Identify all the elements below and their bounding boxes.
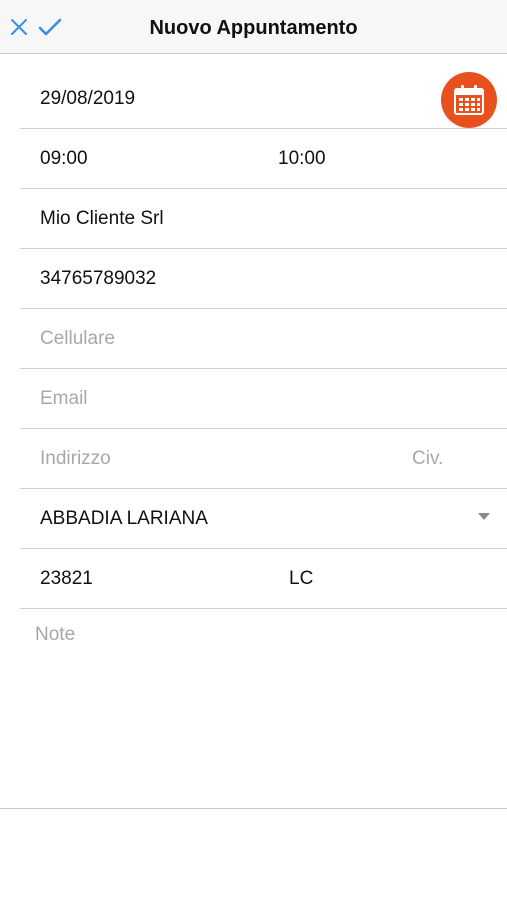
- city-select[interactable]: ABBADIA LARIANA: [40, 489, 208, 548]
- zip-field[interactable]: 23821: [40, 549, 93, 608]
- navigation-bar: Nuovo Appuntamento: [0, 0, 507, 54]
- address-row: Indirizzo Civ.: [20, 429, 507, 489]
- province-field[interactable]: LC: [289, 549, 313, 608]
- page-title: Nuovo Appuntamento: [149, 17, 358, 39]
- address-field[interactable]: Indirizzo: [40, 429, 111, 488]
- city-row[interactable]: ABBADIA LARIANA: [20, 489, 507, 549]
- time-row: 09:00 10:00: [20, 129, 507, 189]
- street-number-field[interactable]: Civ.: [412, 429, 443, 488]
- client-field[interactable]: Mio Cliente Srl: [40, 189, 164, 248]
- chevron-down-icon[interactable]: [478, 513, 490, 520]
- date-field[interactable]: 29/08/2019: [40, 69, 135, 128]
- calendar-button[interactable]: [441, 72, 497, 128]
- email-field[interactable]: Email: [40, 369, 88, 428]
- notes-placeholder: Note: [35, 624, 76, 645]
- date-row[interactable]: 29/08/2019: [20, 69, 507, 129]
- notes-textarea[interactable]: Note: [0, 608, 507, 809]
- end-time-field[interactable]: 10:00: [278, 129, 326, 188]
- mobile-field[interactable]: Cellulare: [40, 309, 115, 368]
- zip-province-row: 23821 LC: [20, 549, 507, 609]
- calendar-icon: [454, 85, 484, 115]
- start-time-field[interactable]: 09:00: [40, 129, 88, 188]
- mobile-row: Cellulare: [20, 309, 507, 369]
- client-row: Mio Cliente Srl: [20, 189, 507, 249]
- phone-row: 34765789032: [20, 249, 507, 309]
- email-row: Email: [20, 369, 507, 429]
- phone-field[interactable]: 34765789032: [40, 249, 156, 308]
